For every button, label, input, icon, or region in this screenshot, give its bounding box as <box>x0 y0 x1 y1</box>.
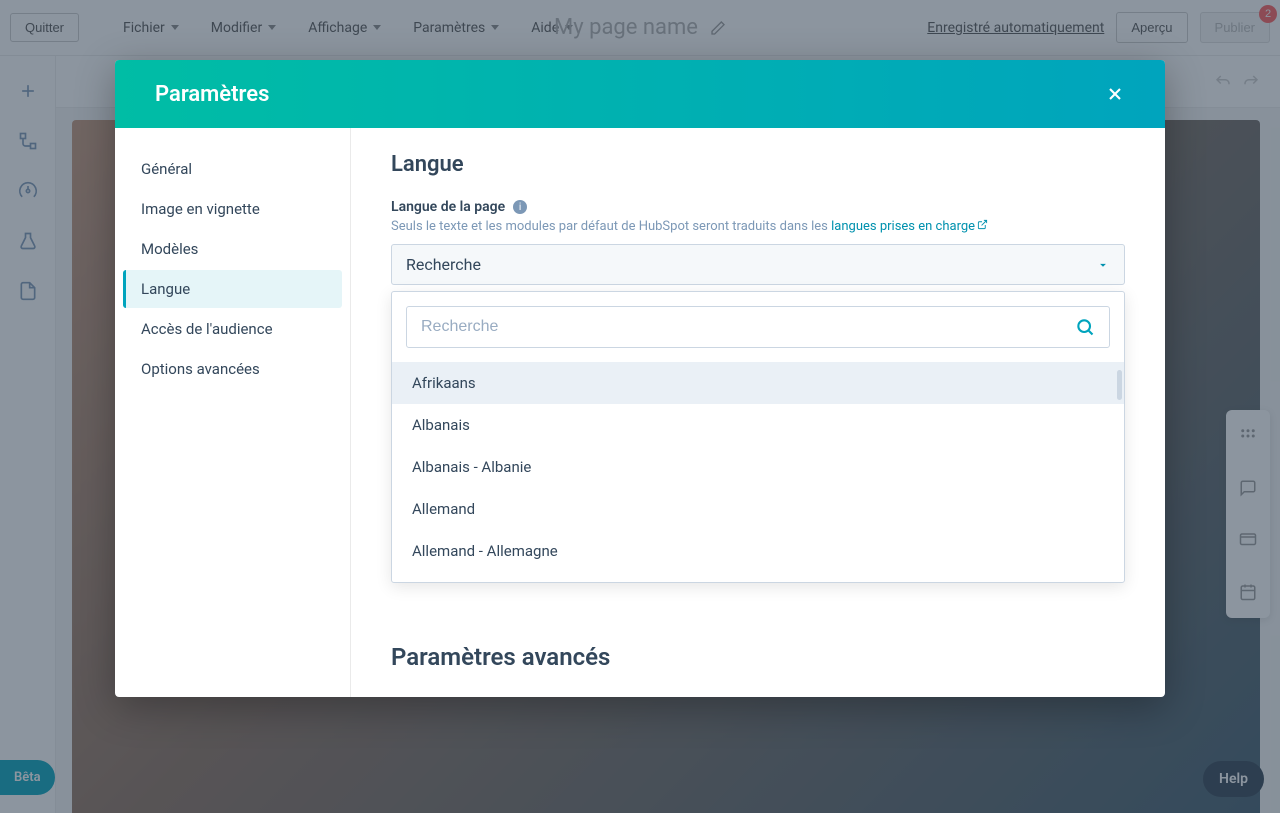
sidebar-item-templates[interactable]: Modèles <box>123 230 342 268</box>
option-allemand-allemagne[interactable]: Allemand - Allemagne <box>392 530 1124 572</box>
option-albanais[interactable]: Albanais <box>392 404 1124 446</box>
search-input-wrap <box>406 306 1110 348</box>
search-wrap <box>392 292 1124 362</box>
option-allemand[interactable]: Allemand <box>392 488 1124 530</box>
dropdown-panel: Afrikaans Albanais Albanais - Albanie Al… <box>391 291 1125 583</box>
close-icon[interactable] <box>1105 84 1125 104</box>
scrollbar-thumb[interactable] <box>1117 370 1122 400</box>
modal-body: Général Image en vignette Modèles Langue… <box>115 128 1165 697</box>
option-afrikaans[interactable]: Afrikaans <box>392 362 1124 404</box>
advanced-settings-heading: Paramètres avancés <box>391 643 1125 671</box>
sidebar-item-thumbnail[interactable]: Image en vignette <box>123 190 342 228</box>
dropdown-value: Recherche <box>406 255 481 274</box>
sidebar-item-language[interactable]: Langue <box>123 270 342 308</box>
external-link-icon <box>977 219 988 230</box>
option-allemand-autriche[interactable]: Allemand - Autriche <box>392 572 1124 582</box>
info-icon[interactable]: i <box>513 200 527 214</box>
helper-link-label: langues prises en charge <box>831 219 975 234</box>
modal-title: Paramètres <box>155 82 269 107</box>
option-albanais-albanie[interactable]: Albanais - Albanie <box>392 446 1124 488</box>
field-label: Langue de la page <box>391 199 505 215</box>
modal-content: Langue Langue de la page i Seuls le text… <box>351 128 1165 697</box>
language-dropdown[interactable]: Recherche <box>391 244 1125 285</box>
sidebar-item-advanced[interactable]: Options avancées <box>123 350 342 388</box>
helper-prefix: Seuls le texte et les modules par défaut… <box>391 219 831 234</box>
options-list[interactable]: Afrikaans Albanais Albanais - Albanie Al… <box>392 362 1124 582</box>
settings-modal: Paramètres Général Image en vignette Mod… <box>115 60 1165 697</box>
modal-sidebar: Général Image en vignette Modèles Langue… <box>115 128 351 697</box>
chevron-down-icon <box>1096 258 1110 272</box>
helper-link[interactable]: langues prises en charge <box>831 219 988 234</box>
sidebar-item-audience[interactable]: Accès de l'audience <box>123 310 342 348</box>
sidebar-item-general[interactable]: Général <box>123 150 342 188</box>
modal-header: Paramètres <box>115 60 1165 128</box>
search-icon[interactable] <box>1075 317 1095 337</box>
search-input[interactable] <box>421 318 1075 336</box>
section-heading: Langue <box>391 152 1125 177</box>
helper-text: Seuls le texte et les modules par défaut… <box>391 219 1125 234</box>
field-label-row: Langue de la page i <box>391 199 1125 215</box>
